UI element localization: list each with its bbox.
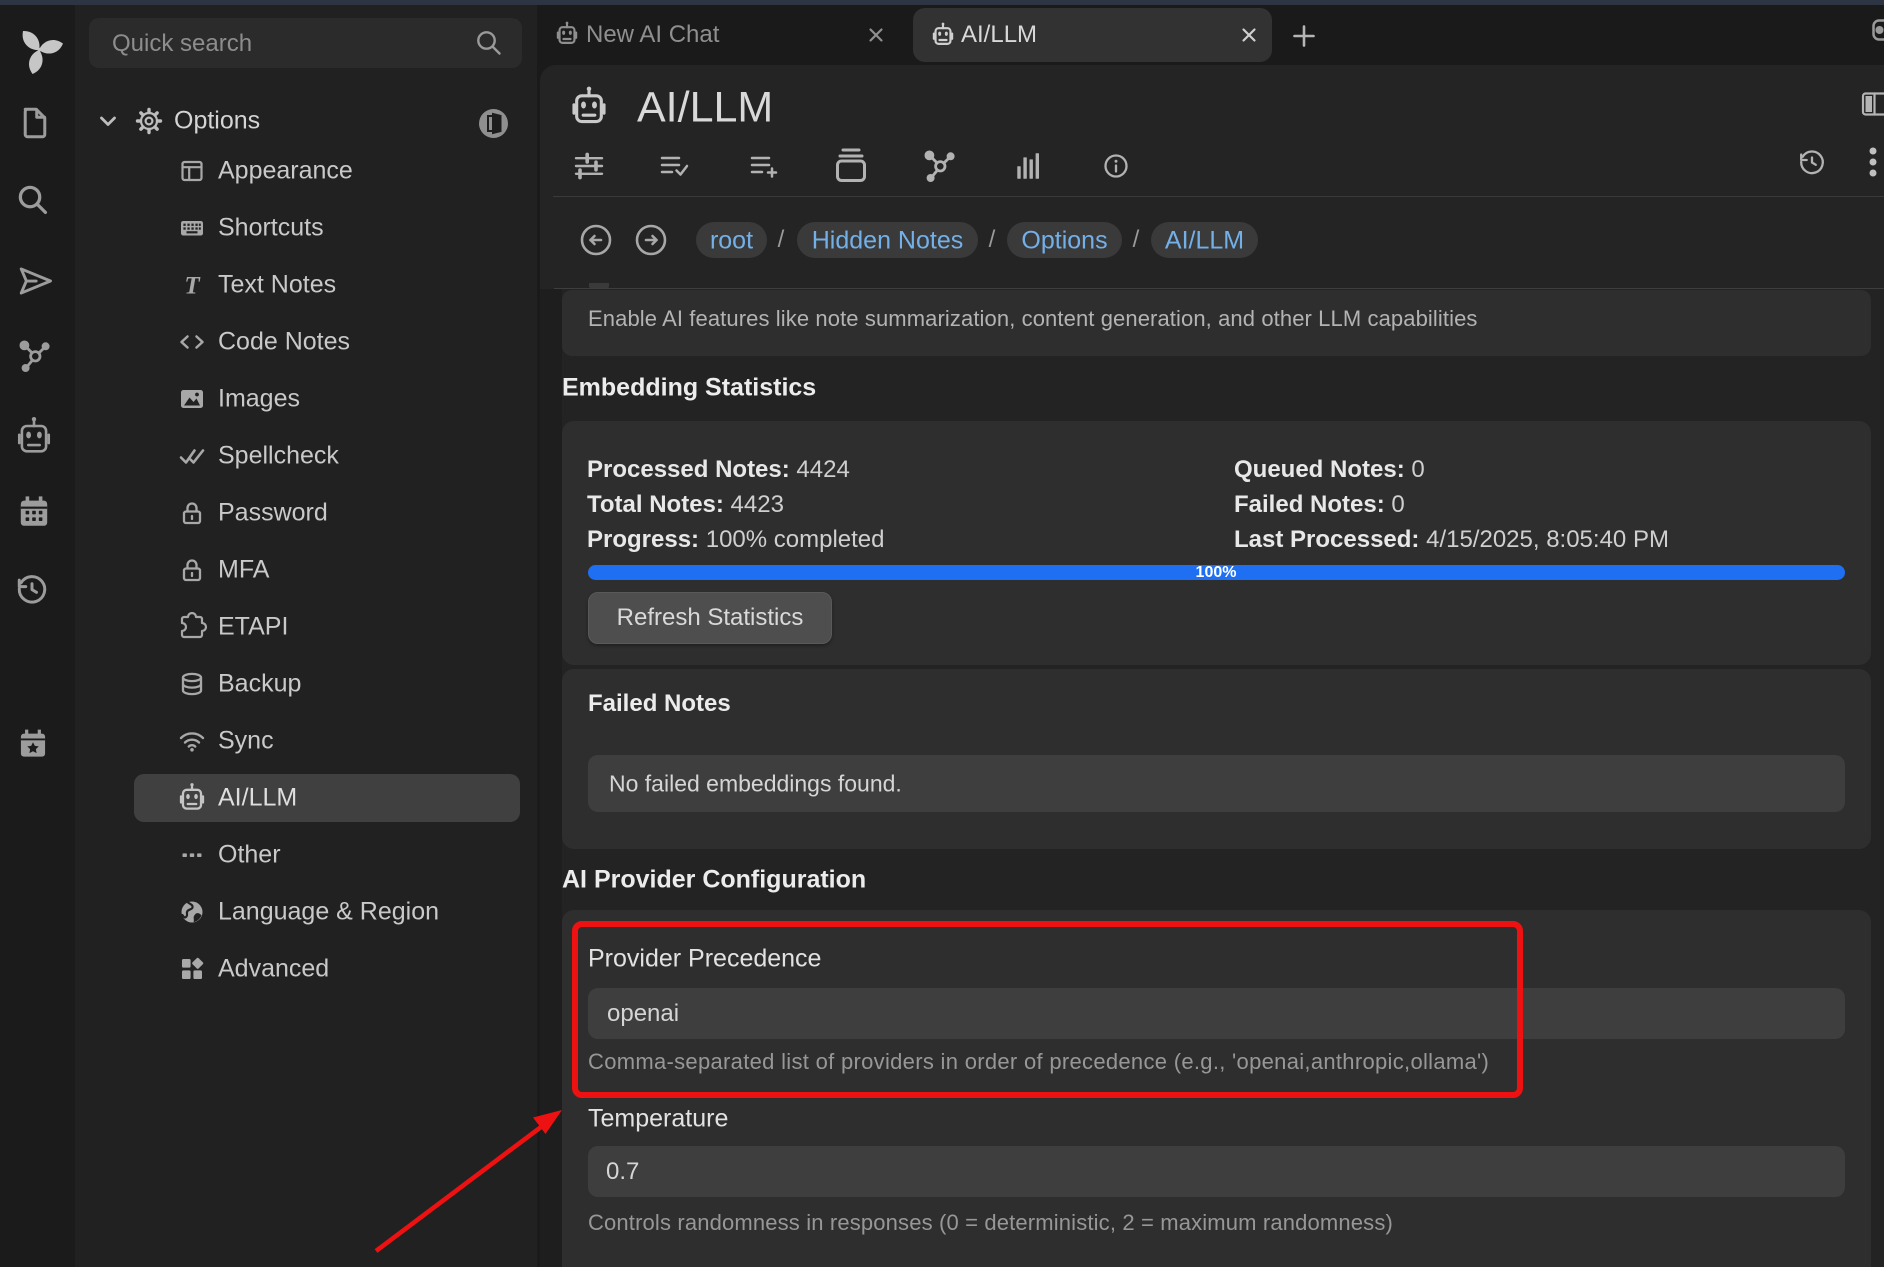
svg-text:T: T [184,273,201,300]
